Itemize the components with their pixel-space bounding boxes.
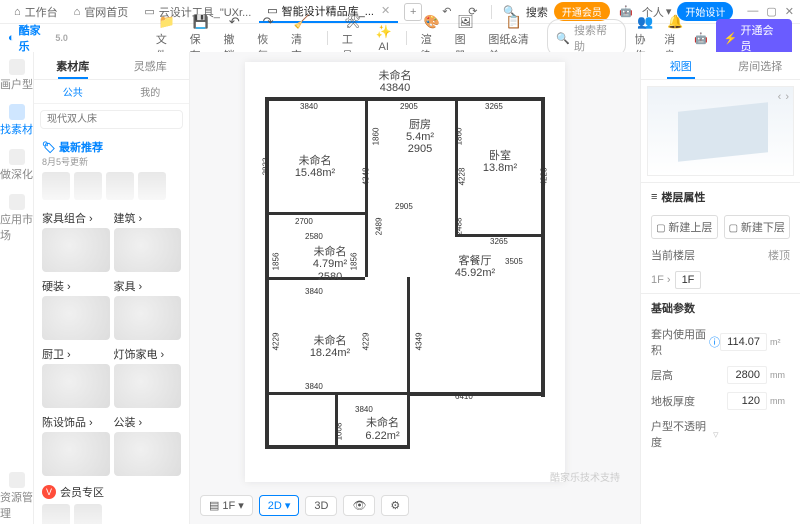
preview-3d[interactable]: ‹› <box>647 86 794 176</box>
new-upper-button[interactable]: ▢ 新建上层 <box>651 215 718 239</box>
room-label[interactable]: 客餐厅45.92m² <box>440 252 510 282</box>
dimension-label: 3840 <box>305 382 323 391</box>
dimension-label: 2488 <box>454 218 463 236</box>
dimension-label: 4348 <box>361 168 370 186</box>
watermark: 酷家乐技术支持 <box>550 469 620 484</box>
view-toolbar: ▤ 1F ▾ 2D ▾ 3D 👁 ⚙ <box>200 495 409 516</box>
nav-deepen[interactable]: 做深化 <box>0 146 33 185</box>
category-硬装[interactable]: 硬装 › <box>42 278 110 340</box>
room-label[interactable]: 未命名43840 <box>355 72 435 92</box>
view-3d-button[interactable]: 3D <box>305 496 337 516</box>
dimension-label: 3840 <box>305 287 323 296</box>
new-lower-button[interactable]: ▢ 新建下层 <box>724 215 791 239</box>
category-家具[interactable]: 家具 › <box>114 278 182 340</box>
tool-ai[interactable]: ✨AI <box>376 24 392 53</box>
dimension-label: 2580 <box>305 232 323 241</box>
room-label[interactable]: 卧室13.8m² <box>470 147 530 177</box>
area-input[interactable]: 114.07 <box>720 333 767 351</box>
room-label[interactable]: 未命名18.24m² <box>300 332 360 362</box>
thickness-input[interactable]: 120 <box>727 392 767 410</box>
material-search-input[interactable] <box>40 110 183 129</box>
dimension-label: 3265 <box>490 237 508 246</box>
nav-materials[interactable]: 找素材 <box>0 101 33 140</box>
floor-select[interactable]: 1F <box>675 271 702 289</box>
subtab-mine[interactable]: 我的 <box>112 80 190 103</box>
promo-thumb[interactable] <box>74 504 102 524</box>
dimension-label: 1856 <box>271 253 280 271</box>
tab-inspiration[interactable]: 灵感库 <box>112 52 190 79</box>
promo-subtitle: 8月5号更新 <box>42 155 181 168</box>
dimension-label: 2905 <box>395 202 413 211</box>
prev-icon[interactable]: ‹ <box>778 91 782 103</box>
category-厨卫[interactable]: 厨卫 › <box>42 346 110 408</box>
subtab-public[interactable]: 公共 <box>34 80 112 103</box>
dimension-label: 6410 <box>455 392 473 401</box>
room-label[interactable]: 未命名6.22m² <box>355 417 410 442</box>
tab-materials[interactable]: 素材库 <box>34 52 112 79</box>
section-base-params: 基础参数 <box>641 293 800 322</box>
dimension-label: 2489 <box>374 218 383 236</box>
category-家具组合[interactable]: 家具组合 › <box>42 210 110 272</box>
category-灯饰家电[interactable]: 灯饰家电 › <box>114 346 182 408</box>
dimension-label: 4228 <box>457 168 466 186</box>
category-公装[interactable]: 公装 › <box>114 414 182 476</box>
nav-floorplan[interactable]: 画户型 <box>0 56 33 95</box>
next-icon[interactable]: › <box>785 91 789 103</box>
dimension-label: 4228 <box>539 168 548 186</box>
dimension-label: 1860 <box>454 128 463 146</box>
promo-thumb[interactable] <box>106 172 134 200</box>
properties-panel: 视图 房间选择 ‹› ≡ 楼层属性 ▢ 新建上层 ▢ 新建下层 当前楼层楼顶 1… <box>640 52 800 524</box>
rp-tab-room[interactable]: 房间选择 <box>721 52 800 79</box>
toolbar: ◐ 酷家乐5.0 📁文件 💾保存 ↶撤销 ↷恢复 🧹清空 🛠工具 ✨AI 🎨渲染… <box>0 24 800 52</box>
nav-resource-mgmt[interactable]: 资源管理 <box>0 469 33 524</box>
room-label[interactable]: 未命名15.48m² <box>280 152 350 182</box>
left-nav: 画户型 找素材 做深化 应用市场 资源管理 <box>0 52 34 524</box>
dimension-label: 1008 <box>334 423 343 441</box>
dimension-label: 4229 <box>361 333 370 351</box>
dimension-label: 1860 <box>371 128 380 146</box>
rp-tab-view[interactable]: 视图 <box>641 52 721 79</box>
dimension-label: 4229 <box>271 333 280 351</box>
view-walk-button[interactable]: 👁 <box>343 495 375 516</box>
member-zone[interactable]: V会员专区 <box>42 484 181 500</box>
promo-thumb[interactable] <box>42 172 70 200</box>
tab-homepage[interactable]: ⌂官网首页 <box>66 0 137 23</box>
dimension-label: 3833 <box>261 158 270 176</box>
promo-title[interactable]: 🏷最新推荐 <box>42 139 181 155</box>
dimension-label: 3840 <box>355 405 373 414</box>
category-建筑[interactable]: 建筑 › <box>114 210 182 272</box>
view-2d-button[interactable]: 2D ▾ <box>259 495 300 516</box>
floor-selector[interactable]: ▤ 1F ▾ <box>200 495 253 516</box>
dimension-label: 3505 <box>505 257 523 266</box>
dimension-label: 1856 <box>349 253 358 271</box>
category-陈设饰品[interactable]: 陈设饰品 › <box>42 414 110 476</box>
dimension-label: 2905 <box>400 102 418 111</box>
dimension-label: 3840 <box>300 102 318 111</box>
promo-thumb[interactable] <box>74 172 102 200</box>
promo-thumb[interactable] <box>42 504 70 524</box>
room-label[interactable]: 厨房5.4m²2905 <box>395 117 445 157</box>
floorplan[interactable]: 未命名43840 未命名15.48m² 厨房5.4m²2905 卧室13.8m² 未命名… <box>245 62 565 482</box>
dimension-label: 3265 <box>485 102 503 111</box>
promo-thumb[interactable] <box>138 172 166 200</box>
view-settings-button[interactable]: ⚙ <box>381 495 409 516</box>
dimension-label: 2700 <box>295 217 313 226</box>
material-panel: 素材库 灵感库 公共 我的 🏷最新推荐 8月5号更新 家具组合 ›建筑 ›硬装 … <box>34 52 190 524</box>
tab-workspace[interactable]: ⌂工作台 <box>6 0 66 23</box>
dimension-label: 4349 <box>414 333 423 351</box>
brand-logo[interactable]: ◐ 酷家乐5.0 <box>8 22 68 54</box>
height-input[interactable]: 2800 <box>727 366 767 384</box>
canvas[interactable]: 未命名43840 未命名15.48m² 厨房5.4m²2905 卧室13.8m² 未命名… <box>190 52 640 524</box>
assistant-icon[interactable]: 🤖 <box>694 32 708 45</box>
nav-market[interactable]: 应用市场 <box>0 191 33 246</box>
section-floor-props: ≡ 楼层属性 <box>641 182 800 211</box>
